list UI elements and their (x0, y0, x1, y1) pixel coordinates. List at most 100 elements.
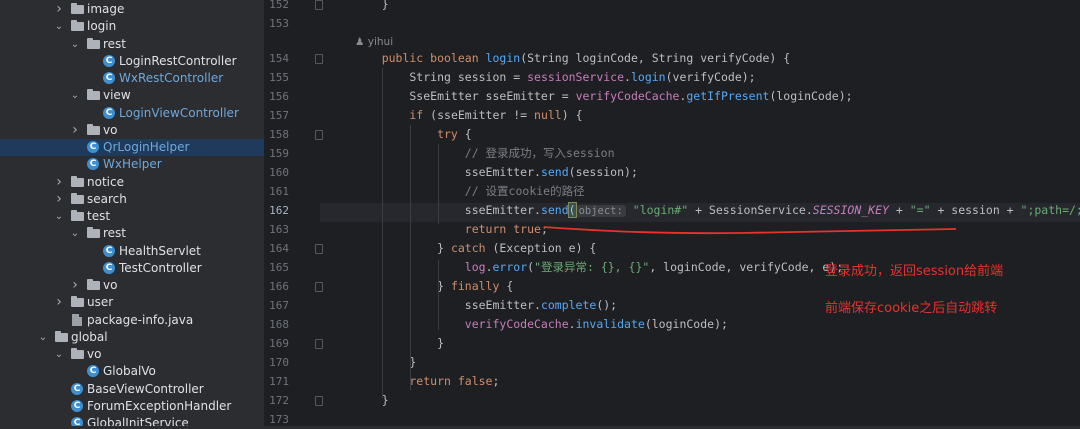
tree-item-vo[interactable]: ⌄ vo (0, 346, 264, 363)
line-number: 154 (269, 52, 289, 65)
tree-item-global[interactable]: ⌄ global (0, 329, 264, 346)
code-token: SESSION_KEY (812, 203, 889, 217)
java-class-icon: C (103, 244, 115, 257)
fold-marker-icon[interactable] (315, 282, 323, 292)
chevron-down-icon[interactable]: ⌄ (54, 346, 64, 363)
java-class-icon: C (87, 141, 99, 153)
tree-item-label: WxRestController (119, 71, 224, 85)
line-number: 162 (269, 204, 289, 217)
java-class-icon: C (103, 106, 115, 119)
folder-icon (71, 3, 84, 14)
indent-guide (382, 68, 383, 398)
tree-item-label: ForumExceptionHandler (87, 398, 232, 413)
tree-item-forumexceptionhandler[interactable]: C ForumExceptionHandler (0, 398, 264, 415)
line-number: 169 (269, 337, 289, 350)
tree-item-loginviewcontroller[interactable]: C LoginViewController (0, 105, 264, 122)
chevron-right-icon[interactable]: › (54, 1, 64, 18)
tree-item-label: BaseViewController (87, 381, 204, 396)
tree-item-label: image (87, 2, 125, 16)
code-token: , loginCode, verifyCode, e); (649, 260, 844, 274)
tree-item-rest[interactable]: ⌄ rest (0, 36, 264, 53)
tree-item-wxrestcontroller[interactable]: C WxRestController (0, 70, 264, 87)
code-token: sessionService (527, 70, 625, 84)
code-token: (session); (568, 165, 638, 179)
fold-marker-icon[interactable] (315, 54, 323, 64)
code-token: if (354, 108, 431, 122)
java-class-icon: C (87, 365, 99, 378)
code-line: // 设置cookie的路径 (354, 182, 585, 201)
tree-item-baseviewcontroller[interactable]: C BaseViewController (0, 381, 264, 398)
chevron-right-icon[interactable]: › (70, 122, 80, 139)
java-class-icon: C (71, 399, 83, 412)
tree-item-login[interactable]: ⌄ login (0, 18, 264, 35)
tree-item-package-info-java[interactable]: package-info.java (0, 312, 264, 329)
fold-marker-icon[interactable] (315, 130, 323, 140)
red-underline-stroke (543, 226, 957, 235)
java-file-icon (72, 313, 82, 326)
code-token: + (888, 203, 910, 217)
chevron-right-icon[interactable]: › (70, 277, 80, 294)
annotation-note-1: 登录成功，返回session给前端 (825, 264, 1004, 279)
fold-marker-icon[interactable] (315, 0, 323, 10)
tree-item-search[interactable]: › search (0, 191, 264, 208)
code-token: (loginCode); (769, 89, 853, 103)
chevron-right-icon[interactable]: › (54, 294, 64, 311)
chevron-right-icon[interactable]: › (54, 191, 64, 208)
tree-item-view[interactable]: ⌄ view (0, 87, 264, 104)
fold-marker-icon[interactable] (315, 339, 323, 349)
code-token: { (464, 127, 472, 141)
line-number: 155 (269, 71, 289, 84)
code-token: } (354, 393, 389, 407)
code-token: "登录异常: {}, {}" (534, 260, 650, 274)
tree-item-user[interactable]: › user (0, 294, 264, 311)
tree-item-wxhelper[interactable]: C WxHelper (0, 156, 264, 173)
indent-guide (438, 144, 439, 224)
fold-marker-icon[interactable] (315, 396, 323, 406)
code-token: public boolean (354, 51, 486, 65)
tree-item-vo[interactable]: › vo (0, 277, 264, 294)
folder-icon (87, 279, 100, 290)
code-token: verifyCodeCache (575, 89, 680, 103)
code-token: "login#" (625, 203, 689, 217)
folder-icon (87, 123, 100, 135)
tree-item-notice[interactable]: › notice (0, 174, 264, 191)
tree-item-globalvo[interactable]: C GlobalVo (0, 363, 264, 380)
chevron-down-icon[interactable]: ⌄ (70, 36, 80, 53)
tree-item-label: WxHelper (103, 157, 162, 172)
code-line: } (354, 353, 416, 372)
tree-item-healthservlet[interactable]: C HealthServlet (0, 243, 264, 260)
code-token: verifyCodeCache (354, 317, 569, 331)
tree-item-label: rest (103, 36, 127, 51)
tree-item-test[interactable]: ⌄ test (0, 208, 264, 225)
tree-item-label: notice (87, 174, 124, 189)
code-line: sseEmitter.complete(); (354, 296, 617, 315)
tree-item-label: view (103, 88, 131, 103)
code-line: } (354, 391, 389, 410)
tree-item-qrloginhelper[interactable]: C QrLoginHelper (0, 139, 264, 156)
code-token: } (354, 355, 417, 369)
chevron-down-icon[interactable]: ⌄ (70, 225, 80, 242)
code-token: ";path=/;" (1020, 203, 1080, 217)
line-number: 171 (269, 375, 289, 388)
tree-item-rest[interactable]: ⌄ rest (0, 225, 264, 242)
tree-item-image[interactable]: › image (0, 1, 264, 18)
code-line: } (354, 334, 444, 353)
tree-item-label: login (87, 19, 117, 34)
tree-item-label: search (87, 191, 127, 206)
line-number: 164 (269, 242, 289, 255)
chevron-down-icon[interactable]: ⌄ (70, 87, 80, 104)
java-class-icon: C (87, 158, 99, 171)
chevron-down-icon[interactable]: ⌄ (54, 208, 64, 225)
chevron-down-icon[interactable]: ⌄ (54, 18, 64, 35)
tree-item-testcontroller[interactable]: C TestController (0, 260, 264, 277)
chevron-right-icon[interactable]: › (54, 174, 64, 191)
tree-item-loginrestcontroller[interactable]: C LoginRestController (0, 53, 264, 70)
code-token: send (540, 203, 569, 217)
folder-icon (87, 89, 100, 101)
code-line: } catch (Exception e) { (354, 239, 596, 258)
fold-marker-icon[interactable] (315, 244, 323, 254)
tree-item-vo[interactable]: › vo (0, 122, 264, 139)
tree-item-globalinitservice[interactable]: C GlobalInitService (0, 415, 264, 426)
code-editor[interactable]: 152 153 154 155 156 157 158 159 160 161 162 163 164 1… (265, 0, 1080, 426)
chevron-down-icon[interactable]: ⌄ (38, 329, 48, 346)
